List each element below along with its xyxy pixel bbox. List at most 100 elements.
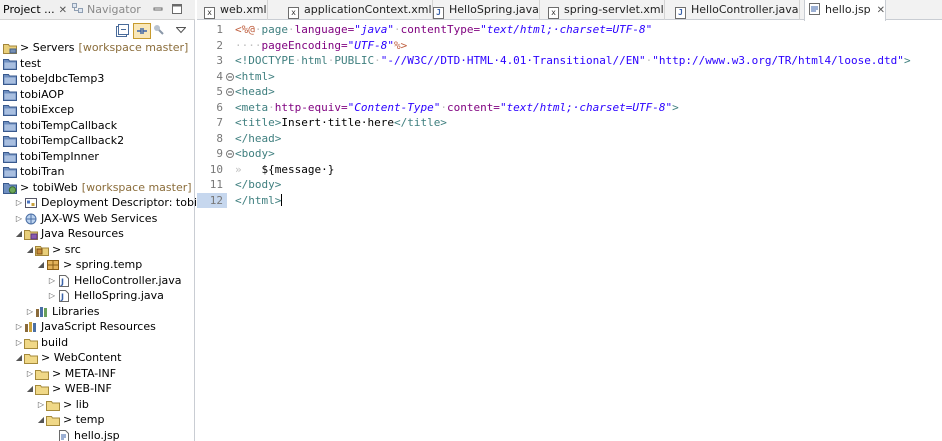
collapsed-twisty-icon[interactable]: ▷	[14, 319, 24, 335]
collapsed-twisty-icon[interactable]: ▷	[14, 335, 24, 351]
editor-tab[interactable]: J HelloSpring.java	[429, 0, 540, 20]
code-token: page	[261, 23, 289, 36]
tree-item[interactable]: ▷ > lib	[0, 397, 89, 413]
fold-collapse-icon[interactable]	[226, 72, 234, 81]
editor-tab[interactable]: x web.xml	[200, 0, 268, 20]
expanded-twisty-icon[interactable]: ◢	[25, 242, 35, 258]
collapsed-twisty-icon[interactable]: ▷	[36, 397, 46, 413]
tree-item[interactable]: ▷ JAX-WS Web Services	[0, 211, 157, 227]
tree-item-label: > temp	[63, 413, 105, 426]
code-line[interactable]: <head>	[235, 84, 275, 100]
maximize-icon[interactable]	[171, 3, 183, 15]
tree-item-label: > lib	[63, 397, 89, 411]
tree-item[interactable]: ◢ > src	[0, 242, 81, 258]
code-token: ·	[393, 23, 401, 36]
tree-item[interactable]: tobiTempCallback2	[0, 133, 124, 149]
code-line[interactable]: <%@·page·language="java"·contentType="te…	[235, 22, 652, 38]
tree-item[interactable]: ▷ Deployment Descriptor: tobiWeb	[0, 195, 221, 211]
project-icon	[3, 120, 17, 132]
tree-item-label: tobiTempInner	[20, 149, 99, 163]
tree-item[interactable]: ◢ > WebContent	[0, 350, 121, 366]
tree-item-label: tobeJdbcTemp3	[20, 72, 105, 85]
line-number: 1	[216, 23, 223, 36]
folder-icon	[35, 368, 49, 380]
tree-item[interactable]: tobiTempCallback	[0, 118, 117, 134]
code-line[interactable]: ····pageEncoding="UTF-8"%>	[235, 38, 407, 54]
code-line[interactable]: <meta·http-equiv="Content-Type"·content=…	[235, 100, 679, 116]
editor-tab[interactable]: x spring-servlet.xml	[544, 0, 665, 20]
minimize-icon[interactable]	[152, 3, 164, 15]
tree-item[interactable]: ▷ J HelloSpring.java	[0, 288, 164, 304]
editor-tab-label: web.xml	[220, 3, 267, 16]
code-line[interactable]: <title>Insert·title·here</title>	[235, 115, 447, 131]
expanded-twisty-icon[interactable]: ◢	[14, 350, 24, 366]
collapsed-twisty-icon[interactable]: ▷	[14, 195, 24, 211]
collapsed-twisty-icon[interactable]: ▷	[47, 273, 57, 289]
tree-item-label: tobiExcep	[20, 103, 75, 116]
code-line[interactable]: <!DOCTYPE·html·PUBLIC·"-//W3C//DTD·HTML·…	[235, 53, 911, 69]
tree-item-label: HelloController.java	[74, 273, 182, 287]
tree-item[interactable]: ▷ build	[0, 335, 68, 351]
fold-collapse-icon[interactable]	[226, 88, 234, 96]
line-number: 6	[216, 100, 223, 114]
collapsed-twisty-icon[interactable]: ▷	[25, 366, 35, 382]
project-icon	[3, 135, 17, 147]
xml-file-icon: x	[288, 7, 299, 19]
collapsed-twisty-icon[interactable]: ▷	[14, 211, 24, 227]
editor-tab[interactable]: x applicationContext.xml	[284, 0, 433, 20]
tree-item[interactable]: hello.jsp	[0, 428, 120, 441]
editor-tab-label: hello.jsp	[825, 3, 871, 16]
tree-item[interactable]: ▷ > META-INF	[0, 366, 116, 382]
code-line[interactable]: <html>	[235, 69, 275, 85]
git-repo-tag: [workspace master]	[81, 180, 192, 194]
fold-collapse-icon[interactable]	[226, 150, 234, 158]
tree-item[interactable]: tobiAOP	[0, 87, 64, 103]
tree-item-label: Java Resources	[41, 227, 124, 240]
folder-icon	[35, 383, 49, 395]
tree-item[interactable]: tobiExcep	[0, 102, 74, 118]
java-file-icon: J	[57, 274, 71, 287]
project-icon	[3, 151, 17, 163]
tree-item[interactable]: ▷ JavaScript Resources	[0, 319, 156, 335]
tree-item[interactable]: ▷ Libraries	[0, 304, 100, 320]
tree-item[interactable]: > tobiWeb [workspace master]	[0, 180, 192, 196]
code-line[interactable]: <body>	[235, 146, 275, 162]
tree-item[interactable]: ▷ J HelloController.java	[0, 273, 182, 289]
collapsed-twisty-icon[interactable]: ▷	[25, 304, 35, 320]
link-with-editor-icon[interactable]	[133, 23, 151, 39]
editor-tab[interactable]: hello.jsp ✕	[804, 0, 887, 21]
code-line[interactable]: » ${message·}	[235, 162, 334, 178]
tree-item[interactable]: tobiTran	[0, 164, 64, 180]
code-line[interactable]: </head>	[235, 131, 281, 147]
code-token: content=	[446, 100, 500, 114]
code-line[interactable]: </html>	[235, 193, 283, 209]
filter-icon[interactable]	[153, 23, 165, 39]
tab-project-explorer[interactable]: Project ... ✕	[3, 2, 67, 18]
tree-item[interactable]: tobiTempInner	[0, 149, 99, 165]
expanded-twisty-icon[interactable]: ◢	[36, 412, 46, 428]
code-line[interactable]: </body>	[235, 177, 281, 193]
tree-item[interactable]: > Servers [workspace master]	[0, 40, 188, 56]
close-icon[interactable]: ✕	[877, 5, 885, 16]
code-token: ·	[268, 100, 275, 114]
close-icon[interactable]: ✕	[59, 5, 67, 16]
tab-navigator[interactable]: Navigator	[72, 2, 141, 18]
tree-item[interactable]: test	[0, 56, 41, 72]
line-number: 4	[216, 69, 223, 83]
expanded-twisty-icon[interactable]: ◢	[14, 226, 24, 242]
tree-item[interactable]: ◢ > WEB-INF	[0, 381, 112, 397]
tree-item[interactable]: ◢ > spring.temp	[0, 257, 142, 273]
tree-item[interactable]: ◢ Java Resources	[0, 226, 124, 242]
tree-item[interactable]: tobeJdbcTemp3	[0, 71, 104, 87]
expanded-twisty-icon[interactable]: ◢	[25, 381, 35, 397]
collapse-all-icon[interactable]	[115, 23, 131, 39]
code-token: Insert·title·here	[281, 116, 394, 129]
code-token: </head>	[235, 131, 282, 145]
java-file-icon: J	[675, 7, 686, 19]
line-number: 7	[216, 116, 223, 129]
tree-item[interactable]: ◢ > temp	[0, 412, 105, 428]
collapsed-twisty-icon[interactable]: ▷	[47, 288, 57, 304]
editor-tab[interactable]: J HelloController.java	[671, 0, 800, 20]
project-icon	[3, 73, 17, 85]
expanded-twisty-icon[interactable]: ◢	[36, 257, 46, 273]
